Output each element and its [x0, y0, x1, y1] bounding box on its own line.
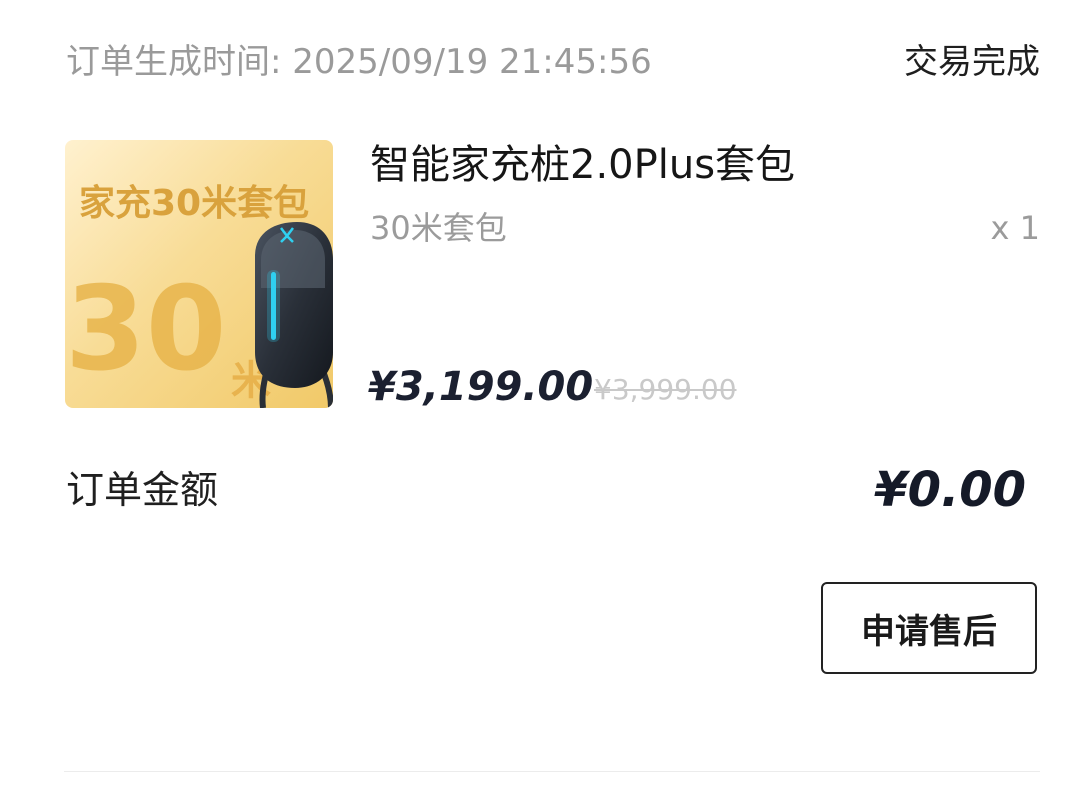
order-status: 交易完成	[904, 42, 1040, 82]
product-quantity: x 1	[990, 209, 1040, 247]
order-card: 订单生成时间: 2025/09/19 21:45:56 交易完成 家充30米套包…	[0, 0, 1080, 810]
apply-after-sale-button[interactable]: 申请售后	[821, 582, 1037, 674]
thumbnail-big-number: 30	[65, 262, 227, 397]
wall-charger-icon	[255, 222, 333, 408]
order-time: 订单生成时间: 2025/09/19 21:45:56	[66, 42, 652, 82]
product-name[interactable]: 智能家充桩2.0Plus套包	[370, 140, 795, 190]
product-original-price: ¥3,999.00	[594, 373, 737, 406]
product-spec: 30米套包	[370, 209, 507, 247]
product-thumbnail[interactable]: 家充30米套包 30 米	[65, 140, 333, 408]
order-amount-value: ¥0.00	[874, 462, 1026, 518]
order-amount-label: 订单金额	[66, 468, 219, 512]
divider	[64, 771, 1040, 772]
product-price: ¥3,199.00	[368, 364, 594, 410]
